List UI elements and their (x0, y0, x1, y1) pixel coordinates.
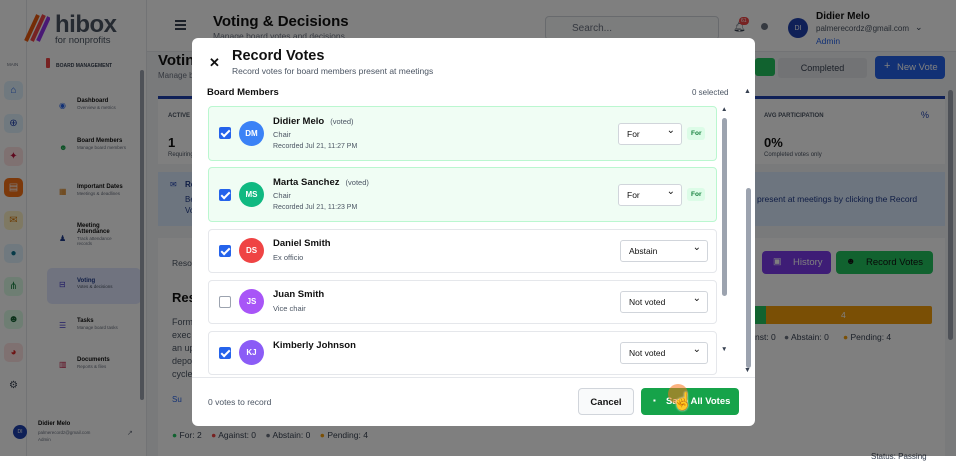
list-scroll-down-icon[interactable]: ▼ (721, 346, 727, 353)
section-label: Board Members (207, 87, 279, 98)
member-name: Kimberly Johnson (273, 340, 356, 351)
member-row-didier-melo[interactable]: DM Didier Melo (voted) Chair Recorded Jul… (208, 106, 717, 161)
member-name: Daniel Smith (273, 238, 331, 249)
modal-title: Record Votes (232, 48, 325, 64)
member-checkbox[interactable] (219, 296, 231, 308)
member-name: Marta Sanchez (voted) (273, 177, 369, 188)
modal-scrollbar[interactable] (746, 188, 751, 368)
avatar: JS (239, 289, 264, 314)
member-row-juan-smith[interactable]: JS Juan Smith Vice chair Not voted (208, 280, 717, 324)
modal-footer-spacer (192, 377, 755, 426)
vote-badge: For (687, 127, 706, 140)
member-checkbox[interactable] (219, 347, 231, 359)
vote-badge: For (687, 188, 706, 201)
member-row-kimberly-johnson[interactable]: KJ Kimberly Johnson Not voted (208, 331, 717, 375)
modal-subtitle: Record votes for board members present a… (232, 66, 434, 76)
member-role: Vice chair (273, 304, 306, 313)
vote-select[interactable]: Abstain (620, 240, 708, 262)
member-name: Juan Smith (273, 289, 325, 300)
scroll-down-icon[interactable]: ▼ (744, 367, 751, 374)
avatar: DM (239, 121, 264, 146)
member-checkbox[interactable] (219, 127, 231, 139)
member-recorded: Recorded Jul 21, 11:23 PM (273, 204, 358, 211)
member-name: Didier Melo (voted) (273, 116, 354, 127)
avatar: KJ (239, 340, 264, 365)
member-checkbox[interactable] (219, 245, 231, 257)
member-row-clip: KJ Kimberly Johnson Not voted (208, 331, 717, 377)
selected-count: 0 selected (692, 88, 729, 97)
member-role: Chair (273, 130, 291, 139)
vote-select[interactable]: For (618, 123, 682, 145)
scroll-up-icon[interactable]: ▲ (744, 88, 751, 95)
member-recorded: Recorded Jul 21, 11:27 PM (273, 143, 358, 150)
list-scrollbar[interactable] (722, 118, 727, 296)
member-row-daniel-smith[interactable]: DS Daniel Smith Ex officio Abstain (208, 229, 717, 273)
avatar: DS (239, 238, 264, 263)
member-role: Chair (273, 191, 291, 200)
vote-select[interactable]: Not voted (620, 342, 708, 364)
close-icon[interactable]: ✕ (209, 55, 220, 71)
vote-select[interactable]: Not voted (620, 291, 708, 313)
member-row-marta-sanchez[interactable]: MS Marta Sanchez (voted) Chair Recorded J… (208, 167, 717, 222)
vote-select[interactable]: For (618, 184, 682, 206)
member-role: Ex officio (273, 253, 304, 262)
member-checkbox[interactable] (219, 189, 231, 201)
list-scroll-up-icon[interactable]: ▲ (721, 106, 727, 113)
avatar: MS (239, 182, 264, 207)
